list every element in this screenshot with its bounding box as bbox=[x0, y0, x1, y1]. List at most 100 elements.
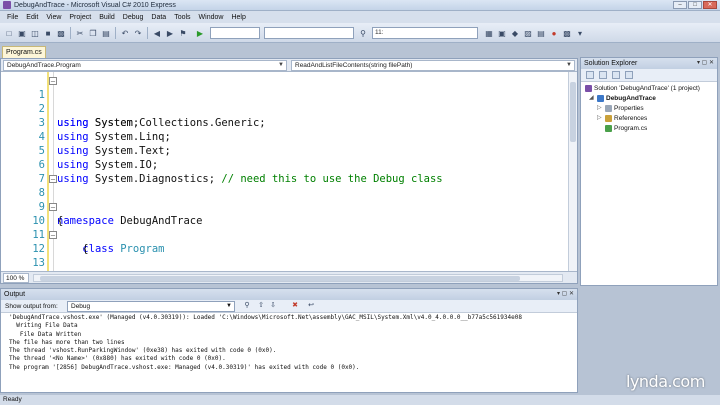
menu-build[interactable]: Build bbox=[95, 14, 119, 21]
properties-window-icon[interactable]: ▣ bbox=[497, 28, 507, 38]
collapsed-triangle-icon[interactable]: ▷ bbox=[597, 114, 603, 123]
minimize-button[interactable]: – bbox=[673, 1, 687, 9]
tree-item-references[interactable]: ▷ References bbox=[597, 114, 647, 123]
output-line: Writing File Data bbox=[9, 322, 78, 330]
close-button[interactable]: ✕ bbox=[703, 1, 717, 9]
clear-all-icon[interactable]: ✖ bbox=[291, 302, 299, 310]
code-line: 3 using System.Linq; bbox=[1, 102, 577, 143]
go-to-next-icon[interactable]: ⇩ bbox=[269, 302, 277, 310]
zoom-combo[interactable]: 100 % bbox=[3, 273, 29, 283]
collapsed-triangle-icon[interactable]: ▷ bbox=[597, 104, 603, 113]
object-browser-icon[interactable]: ◆ bbox=[510, 28, 520, 38]
solution-explorer-icon[interactable]: ▦ bbox=[484, 28, 494, 38]
menu-project[interactable]: Project bbox=[65, 14, 95, 21]
code-line: 4 using System.Text; bbox=[1, 116, 577, 157]
member-combo[interactable]: ReadAndListFileContents(string filePath)… bbox=[291, 60, 575, 71]
paste-icon[interactable]: ▤ bbox=[101, 28, 111, 38]
menu-file[interactable]: File bbox=[3, 14, 22, 21]
menu-data[interactable]: Data bbox=[147, 14, 170, 21]
toolbar-options-icon[interactable]: ▾ bbox=[575, 28, 585, 38]
start-debugging-icon[interactable]: ▶ bbox=[195, 28, 205, 38]
undo-icon[interactable]: ↶ bbox=[120, 28, 130, 38]
add-item-icon[interactable]: ▣ bbox=[17, 28, 27, 38]
menu-help[interactable]: Help bbox=[227, 14, 249, 21]
menu-debug[interactable]: Debug bbox=[119, 14, 148, 21]
navigation-bar: DebugAndTrace.Program ▼ ReadAndListFileC… bbox=[1, 59, 577, 72]
code-line: 13 { bbox=[1, 242, 577, 269]
error-list-icon[interactable]: ● bbox=[549, 28, 559, 38]
extension-manager-icon[interactable]: ▩ bbox=[562, 28, 572, 38]
code-text-area[interactable]: 1 – using System; 2 using System.Collect… bbox=[1, 72, 577, 271]
chevron-down-icon: ▼ bbox=[226, 303, 232, 309]
menu-view[interactable]: View bbox=[42, 14, 65, 21]
start-page-icon[interactable]: ▤ bbox=[536, 28, 546, 38]
type-combo-value: DebugAndTrace.Program bbox=[7, 62, 81, 69]
panel-title: Output bbox=[4, 291, 26, 298]
expanded-triangle-icon[interactable]: ◢ bbox=[589, 94, 595, 103]
view-class-diagram-icon[interactable] bbox=[625, 71, 633, 79]
cut-icon[interactable]: ✂ bbox=[75, 28, 85, 38]
maximize-button[interactable]: □ bbox=[688, 1, 702, 9]
type-combo[interactable]: DebugAndTrace.Program ▼ bbox=[3, 60, 287, 71]
panel-title: Solution Explorer bbox=[584, 60, 638, 67]
navigate-forward-icon[interactable]: ▶ bbox=[165, 28, 175, 38]
tree-item-program-cs[interactable]: Program.cs bbox=[605, 124, 647, 133]
collapse-outline-icon[interactable]: – bbox=[49, 175, 57, 183]
show-all-files-icon[interactable] bbox=[599, 71, 607, 79]
menu-tools[interactable]: Tools bbox=[170, 14, 194, 21]
tree-item-properties[interactable]: ▷ Properties bbox=[597, 104, 644, 113]
scrollbar-thumb[interactable] bbox=[40, 276, 520, 281]
collapse-outline-icon[interactable]: – bbox=[49, 231, 57, 239]
output-line: The thread 'vshost.RunParkingWindow' (0x… bbox=[9, 347, 277, 355]
toolbar-separator bbox=[70, 27, 71, 39]
refresh-icon[interactable] bbox=[612, 71, 620, 79]
find-in-files-icon[interactable]: ⚲ bbox=[358, 28, 368, 38]
pin-close-icon[interactable]: ▾ ▢ ✕ bbox=[557, 289, 574, 300]
chevron-down-icon: ▼ bbox=[278, 62, 284, 68]
properties-icon[interactable] bbox=[586, 71, 594, 79]
solution-icon bbox=[585, 85, 592, 92]
scrollbar-thumb[interactable] bbox=[570, 82, 576, 142]
pin-close-icon[interactable]: ▾ ▢ ✕ bbox=[697, 58, 714, 69]
find-combo[interactable]: 11: bbox=[372, 27, 478, 39]
toolbox-icon[interactable]: ▨ bbox=[523, 28, 533, 38]
go-to-previous-icon[interactable]: ⇧ bbox=[257, 302, 265, 310]
toolbar-separator bbox=[115, 27, 116, 39]
bookmark-icon[interactable]: ⚑ bbox=[178, 28, 188, 38]
tab-program-cs[interactable]: Program.cs bbox=[2, 46, 46, 58]
output-source-combo[interactable]: Debug ▼ bbox=[67, 301, 235, 312]
toggle-word-wrap-icon[interactable]: ↩ bbox=[307, 302, 315, 310]
redo-icon[interactable]: ↷ bbox=[133, 28, 143, 38]
output-line: The file has more than two lines bbox=[9, 338, 125, 346]
editor-vertical-scrollbar[interactable] bbox=[568, 72, 577, 271]
output-source-value: Debug bbox=[71, 303, 91, 310]
output-line: The thread '<No Name>' (0x880) has exite… bbox=[9, 355, 226, 363]
open-file-icon[interactable]: ◫ bbox=[30, 28, 40, 38]
show-output-label: Show output from: bbox=[5, 303, 58, 310]
code-line: 7 bbox=[1, 158, 577, 185]
copy-icon[interactable]: ❐ bbox=[88, 28, 98, 38]
save-icon[interactable]: ■ bbox=[43, 28, 53, 38]
properties-folder-icon bbox=[605, 105, 612, 112]
menu-window[interactable]: Window bbox=[195, 14, 228, 21]
solution-explorer-header: Solution Explorer ▾ ▢ ✕ bbox=[581, 58, 717, 69]
editor-horizontal-scrollbar[interactable] bbox=[33, 274, 563, 282]
collapse-outline-icon[interactable]: – bbox=[49, 203, 57, 211]
chevron-down-icon: ▼ bbox=[566, 62, 572, 68]
find-message-icon[interactable]: ⚲ bbox=[243, 302, 251, 310]
save-all-icon[interactable]: ▩ bbox=[56, 28, 66, 38]
new-project-icon[interactable]: □ bbox=[4, 28, 14, 38]
menu-edit[interactable]: Edit bbox=[22, 14, 42, 21]
title-bar: DebugAndTrace - Microsoft Visual C# 2010… bbox=[0, 0, 720, 11]
tree-item-solution[interactable]: Solution 'DebugAndTrace' (1 project) bbox=[585, 84, 700, 93]
output-toolbar: Show output from: Debug ▼ ⚲ ⇧ ⇩ ✖ ↩ bbox=[1, 300, 577, 313]
output-text-area[interactable]: 'DebugAndTrace.vshost.exe' (Managed (v4.… bbox=[9, 314, 569, 389]
editor-bottom-strip: 100 % bbox=[1, 271, 577, 283]
tree-item-project[interactable]: ◢ DebugAndTrace bbox=[589, 94, 656, 103]
collapse-outline-icon[interactable]: – bbox=[49, 77, 57, 85]
navigate-backward-icon[interactable]: ◀ bbox=[152, 28, 162, 38]
platform-combo[interactable] bbox=[264, 27, 354, 39]
solution-config-combo[interactable] bbox=[210, 27, 260, 39]
csharp-file-icon bbox=[605, 125, 612, 132]
code-editor[interactable]: DebugAndTrace.Program ▼ ReadAndListFileC… bbox=[0, 58, 578, 284]
